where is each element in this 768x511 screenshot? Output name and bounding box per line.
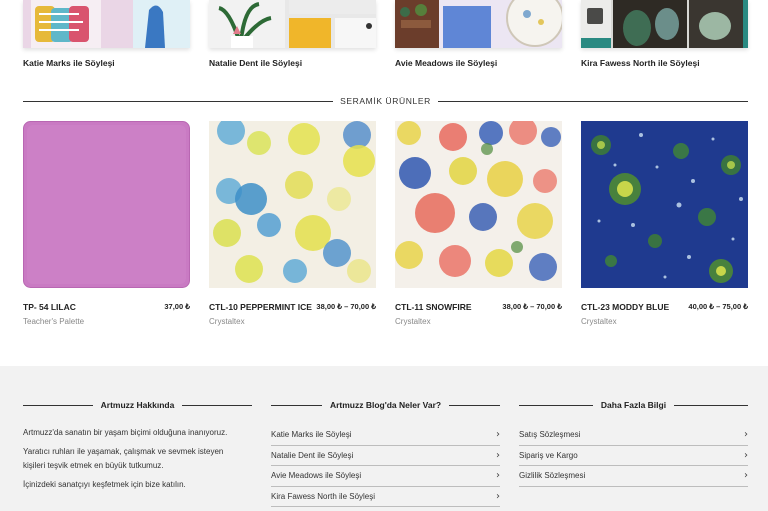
divider [23, 100, 334, 102]
divider [23, 404, 93, 406]
product-image-moddy-blue[interactable] [581, 121, 748, 288]
ceramic-jars-photo[interactable] [581, 0, 748, 48]
divider [449, 404, 501, 406]
product-price: 40,00 ₺ – 75,00 ₺ [688, 302, 748, 311]
divider [519, 404, 593, 406]
footer-heading: Artmuzz Blog'da Neler Var? [271, 398, 501, 412]
product-name[interactable]: TP- 54 LILAC [23, 302, 76, 312]
chevron-right-icon: › [744, 449, 748, 461]
chevron-right-icon: › [744, 470, 748, 482]
divider [182, 404, 252, 406]
product-name[interactable]: CTL-23 MODDY BLUE [581, 302, 669, 312]
product-brand[interactable]: Crystaltex [209, 317, 245, 326]
footer-about-heading: Artmuzz Hakkında [100, 400, 175, 410]
blog-title[interactable]: Katie Marks ile Söyleşi [23, 58, 115, 68]
chevron-right-icon: › [496, 490, 500, 502]
footer-link[interactable]: Kira Fawess North ile Söyleşi › [271, 487, 500, 507]
about-paragraph: İçinizdeki sanatçıyı keşfetmek için bize… [23, 480, 186, 489]
footer-blog-links: Katie Marks ile Söyleşi › Natalie Dent il… [271, 425, 500, 507]
divider [271, 404, 322, 406]
about-paragraph: kişileri teşvik etmek en büyük tutkumuz. [23, 461, 164, 470]
studio-plant-photo[interactable] [209, 0, 376, 48]
product-image-snowfire[interactable] [395, 121, 562, 288]
glazed-plate-photo[interactable] [395, 0, 562, 48]
product-card[interactable]: CTL-11 SNOWFIRE 38,00 ₺ – 70,00 ₺ Crysta… [395, 121, 562, 326]
footer-link-label[interactable]: Kira Fawess North ile Söyleşi [271, 492, 375, 501]
divider [437, 100, 748, 102]
blog-post-row: Katie Marks ile Söyleşi Natalie Dent ile… [23, 0, 748, 75]
section-heading: SERAMİK ÜRÜNLER [23, 94, 748, 108]
product-price: 38,00 ₺ – 70,00 ₺ [502, 302, 562, 311]
divider [674, 404, 748, 406]
footer-link[interactable]: Katie Marks ile Söyleşi › [271, 425, 500, 446]
blog-card[interactable]: Natalie Dent ile Söyleşi [209, 0, 376, 68]
product-image-lilac[interactable] [23, 121, 190, 288]
product-price: 37,00 ₺ [164, 302, 190, 311]
chevron-right-icon: › [744, 429, 748, 441]
section-title: SERAMİK ÜRÜNLER [340, 96, 431, 106]
footer-link[interactable]: Sipariş ve Kargo › [519, 446, 748, 466]
footer-heading: Daha Fazla Bilgi [519, 398, 748, 412]
product-image-peppermint-ice[interactable] [209, 121, 376, 288]
product-card[interactable]: CTL-23 MODDY BLUE 40,00 ₺ – 75,00 ₺ Crys… [581, 121, 748, 326]
footer-link-label[interactable]: Natalie Dent ile Söyleşi [271, 451, 353, 460]
footer-blog-heading: Artmuzz Blog'da Neler Var? [329, 400, 442, 410]
footer-info-heading: Daha Fazla Bilgi [600, 400, 667, 410]
about-paragraph: Yaratıcı ruhları ile yaşamak, çalışmak v… [23, 447, 224, 456]
footer-link-label[interactable]: Katie Marks ile Söyleşi [271, 430, 351, 439]
blog-title[interactable]: Natalie Dent ile Söyleşi [209, 58, 302, 68]
blog-title[interactable]: Avie Meadows ile Söyleşi [395, 58, 497, 68]
product-name[interactable]: CTL-11 SNOWFIRE [395, 302, 472, 312]
ceramic-mugs-photo[interactable] [23, 0, 190, 48]
product-brand[interactable]: Teacher's Palette [23, 317, 84, 326]
footer-heading: Artmuzz Hakkında [23, 398, 252, 412]
footer-link-label[interactable]: Sipariş ve Kargo [519, 451, 578, 460]
footer-link[interactable]: Satış Sözleşmesi › [519, 425, 748, 446]
chevron-right-icon: › [496, 470, 500, 482]
footer-link-label[interactable]: Gizlilik Sözleşmesi [519, 471, 585, 480]
about-paragraph: Artmuzz'da sanatın bir yaşam biçimi oldu… [23, 428, 228, 437]
chevron-right-icon: › [496, 429, 500, 441]
product-card[interactable]: CTL-10 PEPPERMINT ICE 38,00 ₺ – 70,00 ₺ … [209, 121, 376, 326]
product-price: 38,00 ₺ – 70,00 ₺ [316, 302, 376, 311]
blog-title[interactable]: Kira Fawess North ile Söyleşi [581, 58, 700, 68]
product-brand[interactable]: Crystaltex [581, 317, 617, 326]
footer-link-label[interactable]: Avie Meadows ile Söyleşi [271, 471, 361, 480]
blog-card[interactable]: Avie Meadows ile Söyleşi [395, 0, 562, 68]
blog-card[interactable]: Kira Fawess North ile Söyleşi [581, 0, 748, 68]
footer-link[interactable]: Natalie Dent ile Söyleşi › [271, 446, 500, 466]
footer-link[interactable]: Avie Meadows ile Söyleşi › [271, 466, 500, 487]
footer-link[interactable]: Gizlilik Sözleşmesi › [519, 466, 748, 487]
footer-link-label[interactable]: Satış Sözleşmesi [519, 430, 580, 439]
footer-info-links: Satış Sözleşmesi › Sipariş ve Kargo › Gizl… [519, 425, 748, 487]
product-brand[interactable]: Crystaltex [395, 317, 431, 326]
chevron-right-icon: › [496, 449, 500, 461]
blog-card[interactable]: Katie Marks ile Söyleşi [23, 0, 190, 68]
footer: Artmuzz Hakkında Artmuzz'da sanatın bir … [0, 366, 768, 511]
product-name[interactable]: CTL-10 PEPPERMINT ICE [209, 302, 312, 312]
product-card[interactable]: TP- 54 LILAC 37,00 ₺ Teacher's Palette [23, 121, 190, 326]
